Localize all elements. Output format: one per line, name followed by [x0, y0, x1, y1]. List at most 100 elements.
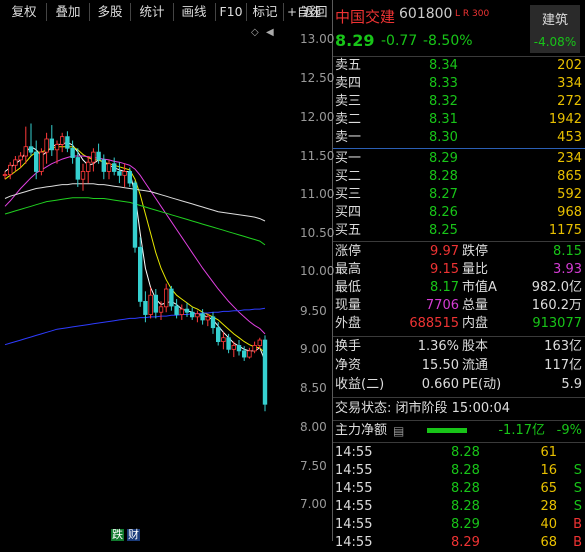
bid-row[interactable]: 买一 8.29 234 [333, 150, 585, 168]
candle[interactable] [86, 156, 91, 184]
diamond-icon[interactable]: ◇ [251, 27, 259, 38]
candle[interactable] [215, 322, 221, 346]
ask-row[interactable]: 卖四 8.33 334 [333, 75, 585, 93]
mark-button[interactable]: 标记 [247, 2, 283, 22]
chart-toolbar: 复权 叠加 多股 统计 画线 F10 标记 +自选 [0, 0, 332, 24]
fuquan-button[interactable]: 复权 [4, 2, 44, 22]
candle[interactable] [127, 167, 132, 187]
candle[interactable] [117, 162, 122, 184]
list-icon[interactable]: ▤ [393, 422, 404, 440]
ask-row[interactable]: 卖三 8.32 272 [333, 93, 585, 111]
bid-row[interactable]: 买三 8.27 592 [333, 186, 585, 204]
candle[interactable] [65, 131, 70, 153]
bid-row[interactable]: 买四 8.26 968 [333, 204, 585, 222]
market-cap-label: 市值A [462, 280, 497, 295]
candle[interactable] [18, 152, 23, 168]
tick-price: 8.28 [451, 499, 480, 514]
candle[interactable] [137, 237, 143, 307]
kline-chart[interactable] [0, 24, 332, 541]
candle[interactable] [132, 180, 138, 253]
stats-row: 换手 1.36% 股本 163亿 [333, 338, 585, 356]
stats-row: 收益(二) 0.660 PE(动) 5.9 [333, 376, 585, 394]
ask-price: 8.32 [429, 94, 458, 109]
candle-body [39, 151, 44, 172]
candle[interactable] [44, 132, 49, 164]
candle[interactable] [54, 140, 60, 164]
finance-badge[interactable]: 财 [127, 529, 140, 541]
candle[interactable] [39, 148, 44, 176]
bid-volume: 968 [557, 205, 582, 220]
candle[interactable] [148, 287, 153, 319]
high-label: 最高 [335, 262, 362, 277]
low-value: 8.17 [430, 280, 459, 295]
candle[interactable] [122, 163, 127, 187]
fall-badge[interactable]: 跌 [111, 529, 124, 541]
tick-row: 14:55 8.28 61 [333, 444, 585, 462]
candle[interactable] [49, 125, 54, 156]
candle[interactable] [179, 304, 184, 320]
bid-volume: 234 [557, 151, 582, 166]
ask-row[interactable]: 卖二 8.31 1942 [333, 111, 585, 129]
candle[interactable] [60, 132, 65, 153]
main-flow-bar [427, 428, 467, 433]
divider [333, 442, 585, 443]
bid-price: 8.26 [429, 205, 458, 220]
current-volume-label: 现量 [335, 298, 362, 313]
back-button[interactable]: 返回 [298, 2, 332, 22]
candle[interactable] [106, 159, 112, 180]
candle[interactable] [163, 283, 169, 313]
sector-pct: -4.08% [533, 35, 577, 49]
total-volume-label: 总量 [462, 298, 489, 313]
candle[interactable] [13, 156, 18, 172]
candle-body [101, 159, 106, 172]
limit-down-label: 跌停 [462, 244, 489, 259]
candle[interactable] [91, 148, 96, 172]
candle-body [148, 294, 153, 315]
candle[interactable] [247, 347, 252, 359]
candle[interactable] [189, 307, 195, 320]
ask-row[interactable]: 卖一 8.30 453 [333, 129, 585, 147]
bid-row[interactable]: 买二 8.28 865 [333, 168, 585, 186]
candle[interactable] [195, 310, 200, 323]
candle[interactable] [28, 123, 34, 156]
candle[interactable] [169, 285, 174, 311]
y-tick-label: 9.00 [300, 342, 327, 356]
stats-row: 现量 7706 总量 160.2万 [333, 297, 585, 315]
multi-stock-button[interactable]: 多股 [90, 2, 130, 22]
y-tick-label: 8.50 [300, 381, 327, 395]
statistics-button[interactable]: 统计 [132, 2, 172, 22]
bid-row[interactable]: 买五 8.25 1175 [333, 222, 585, 240]
candle[interactable] [101, 154, 106, 180]
candle-body [23, 146, 28, 157]
main-flow-row[interactable]: 主力净额 ▤ -1.17亿 -9% [333, 422, 585, 440]
limit-up-value: 9.97 [430, 244, 459, 259]
candle-body [54, 144, 60, 151]
draw-line-button[interactable]: 画线 [174, 2, 214, 22]
candle[interactable] [221, 332, 226, 350]
tick-time: 14:55 [335, 535, 373, 550]
candle[interactable] [262, 335, 268, 412]
candle-body [231, 345, 236, 350]
candle[interactable] [252, 341, 257, 354]
tick-row: 14:55 8.29 40 B [333, 516, 585, 534]
pe-value: 5.9 [561, 377, 582, 392]
candle-body [7, 164, 13, 175]
candle[interactable] [23, 126, 28, 164]
collapse-arrow-icon[interactable]: ◀ [266, 27, 274, 38]
f10-button[interactable]: F10 [216, 2, 246, 22]
candle[interactable] [236, 340, 242, 356]
candle[interactable] [153, 289, 158, 319]
trade-status-row: 交易状态: 闭市阶段 15:00:04 [333, 400, 585, 418]
main-flow-value: -1.17亿 [498, 423, 545, 438]
limit-up-label: 涨停 [335, 244, 362, 259]
ask-volume: 334 [557, 76, 582, 91]
sector-box[interactable]: 建筑 -4.08% [530, 5, 580, 53]
overlay-button[interactable]: 叠加 [48, 2, 88, 22]
candle[interactable] [80, 163, 86, 191]
ask-row[interactable]: 卖五 8.34 202 [333, 57, 585, 75]
bid-label: 买四 [335, 205, 362, 220]
candle[interactable] [34, 140, 39, 180]
candle[interactable] [112, 157, 117, 176]
candle[interactable] [210, 312, 216, 334]
net-asset-label: 净资 [335, 358, 362, 373]
